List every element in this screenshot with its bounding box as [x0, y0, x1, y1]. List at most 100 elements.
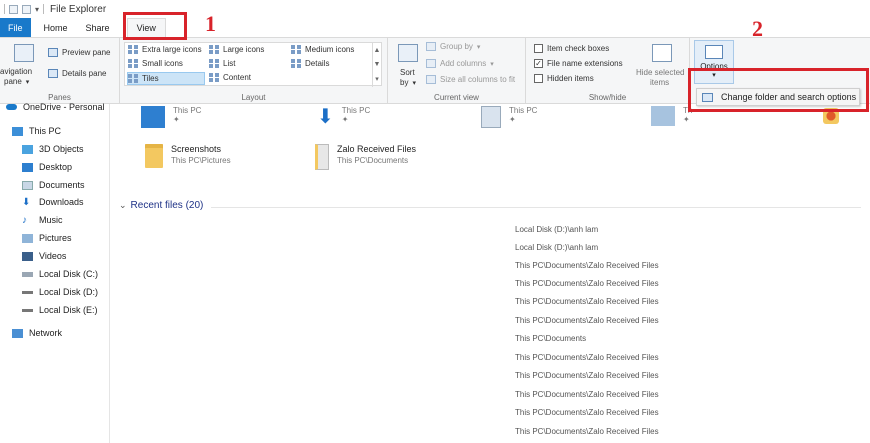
hidden-items-checkbox[interactable] [534, 74, 543, 83]
quick-access-zalo-received-files[interactable]: Zalo Received Files This PC\Documents [315, 144, 416, 170]
onedrive-icon [6, 104, 17, 110]
tab-share[interactable]: Share [77, 18, 119, 37]
pin-icon: ✦ [173, 115, 180, 124]
nav-local-disk-c[interactable]: Local Disk (C:) [22, 269, 98, 279]
item-check-boxes-label: Item check boxes [547, 44, 610, 53]
layout-gallery-scroll[interactable]: ▲ ▼ ▾ [372, 43, 381, 87]
quick-access-tile-3-path: This PC [509, 106, 538, 115]
scroll-down-icon[interactable]: ▼ [374, 61, 381, 68]
nav-local-disk-e[interactable]: Local Disk (E:) [22, 305, 98, 315]
sort-by-icon[interactable] [398, 44, 418, 62]
hide-selected-items-icon[interactable] [652, 44, 672, 62]
zalo-folder-icon [315, 144, 329, 170]
navigation-pane-button-line2[interactable]: pane ▾ [4, 77, 29, 86]
nav-downloads[interactable]: ⬇ Downloads [22, 197, 84, 207]
hidden-items-option[interactable]: Hidden items [534, 74, 594, 83]
layout-details-label: Details [305, 59, 330, 68]
options-highlight [688, 68, 869, 112]
layout-large-icons-label: Large icons [223, 45, 265, 54]
recent-file-path: Local Disk (D:)\anh lam [515, 225, 599, 234]
nav-onedrive[interactable]: OneDrive - Personal [6, 102, 105, 112]
extra-large-icons-icon [128, 45, 138, 54]
navigation-pane-button[interactable]: avigation [0, 67, 32, 76]
title-separator [4, 4, 5, 14]
3d-objects-icon [22, 144, 33, 154]
zalo-received-files-name: Zalo Received Files [337, 144, 417, 154]
collapse-chevron-icon[interactable]: ⌄ [119, 200, 127, 211]
nav-documents[interactable]: Documents [22, 180, 85, 190]
size-all-columns-button[interactable]: Size all columns to fit [426, 75, 515, 84]
desktop-icon [22, 162, 33, 172]
hidden-items-label: Hidden items [547, 74, 594, 83]
title-separator-2 [43, 4, 45, 14]
quick-access-tile-2[interactable]: ⬇ This PC ✦ [317, 106, 370, 128]
nav-pictures[interactable]: Pictures [22, 233, 72, 243]
recent-files-header[interactable]: ⌄ Recent files (20) [119, 200, 203, 211]
documents-folder-icon [481, 106, 501, 128]
layout-medium-icons[interactable]: Medium icons [291, 45, 354, 54]
customize-toolbar-chevron-icon[interactable]: ▾ [35, 5, 39, 14]
downloads-folder-icon: ⬇ [317, 106, 334, 128]
sort-by-button[interactable]: Sort [400, 68, 415, 77]
file-name-extensions-option[interactable]: ✓ File name extensions [534, 59, 623, 68]
details-pane-button[interactable]: Details pane [48, 69, 106, 78]
screenshots-folder-icon [145, 144, 163, 168]
hide-selected-items-button-line2[interactable]: items [650, 78, 669, 87]
item-check-boxes-option[interactable]: Item check boxes [534, 44, 609, 53]
quick-access-new-folder-icon[interactable] [22, 4, 31, 14]
quick-access-tile-1[interactable]: This PC ✦ [141, 106, 201, 128]
step-2-number: 2 [752, 16, 763, 41]
nav-onedrive-label: OneDrive - Personal [23, 102, 105, 112]
group-by-button[interactable]: Group by ▾ [426, 42, 480, 51]
nav-3d-objects[interactable]: 3D Objects [22, 144, 84, 154]
recent-files-divider [211, 207, 861, 208]
medium-icons-icon [291, 45, 301, 54]
layout-small-icons[interactable]: Small icons [128, 59, 183, 68]
videos-icon [22, 251, 33, 261]
content-icon [209, 73, 219, 82]
file-name-extensions-label: File name extensions [547, 59, 623, 68]
layout-content[interactable]: Content [209, 73, 251, 82]
layout-large-icons[interactable]: Large icons [209, 45, 264, 54]
tab-file[interactable]: File [0, 18, 31, 37]
hide-selected-label-2: items [650, 78, 670, 87]
nav-videos[interactable]: Videos [22, 251, 66, 261]
list-icon [209, 59, 219, 68]
quick-access-properties-icon[interactable] [9, 4, 18, 14]
nav-network[interactable]: Network [12, 328, 62, 338]
recent-file-path: This PC\Documents\Zalo Received Files [515, 261, 659, 270]
layout-tiles[interactable]: Tiles [127, 72, 205, 85]
preview-pane-icon [48, 48, 58, 57]
file-name-extensions-checkbox[interactable]: ✓ [534, 59, 543, 68]
add-columns-dropdown-icon: ▾ [490, 60, 494, 68]
hide-selected-items-button[interactable]: Hide selected [636, 68, 684, 77]
navigation-pane-icon[interactable] [14, 44, 34, 62]
nav-desktop-label: Desktop [39, 162, 73, 172]
size-all-columns-label: Size all columns to fit [440, 75, 516, 84]
tab-home[interactable]: Home [35, 18, 77, 37]
layout-tiles-label: Tiles [142, 74, 159, 83]
nav-this-pc[interactable]: This PC [12, 126, 61, 136]
sort-by-label-2: by [400, 78, 409, 87]
layout-extra-large-icons[interactable]: Extra large icons [128, 45, 202, 54]
add-columns-button[interactable]: Add columns ▾ [426, 59, 494, 68]
scroll-up-icon[interactable]: ▲ [374, 47, 381, 54]
sort-by-button-line2[interactable]: by ▾ [400, 78, 416, 87]
quick-access-tile-3[interactable]: This PC ✦ [481, 106, 537, 128]
nav-downloads-label: Downloads [39, 197, 84, 207]
show-hide-group-label: Show/hide [588, 93, 627, 102]
nav-local-disk-d[interactable]: Local Disk (D:) [22, 287, 98, 297]
quick-access-tile-4[interactable]: Th ✦ [651, 106, 692, 126]
nav-desktop[interactable]: Desktop [22, 162, 72, 172]
item-check-boxes-checkbox[interactable] [534, 44, 543, 53]
quick-access-tile-1-path: This PC [173, 106, 202, 115]
small-icons-icon [128, 59, 138, 68]
nav-music[interactable]: ♪ Music [22, 215, 63, 225]
layout-list[interactable]: List [209, 59, 235, 68]
quick-access-screenshots[interactable]: Screenshots This PC\Pictures [145, 144, 231, 168]
layout-gallery: Extra large icons Large icons Medium ico… [124, 42, 382, 87]
options-icon [705, 45, 723, 59]
expand-gallery-icon[interactable]: ▾ [375, 75, 379, 83]
layout-details[interactable]: Details [291, 59, 329, 68]
preview-pane-button[interactable]: Preview pane [48, 48, 110, 57]
